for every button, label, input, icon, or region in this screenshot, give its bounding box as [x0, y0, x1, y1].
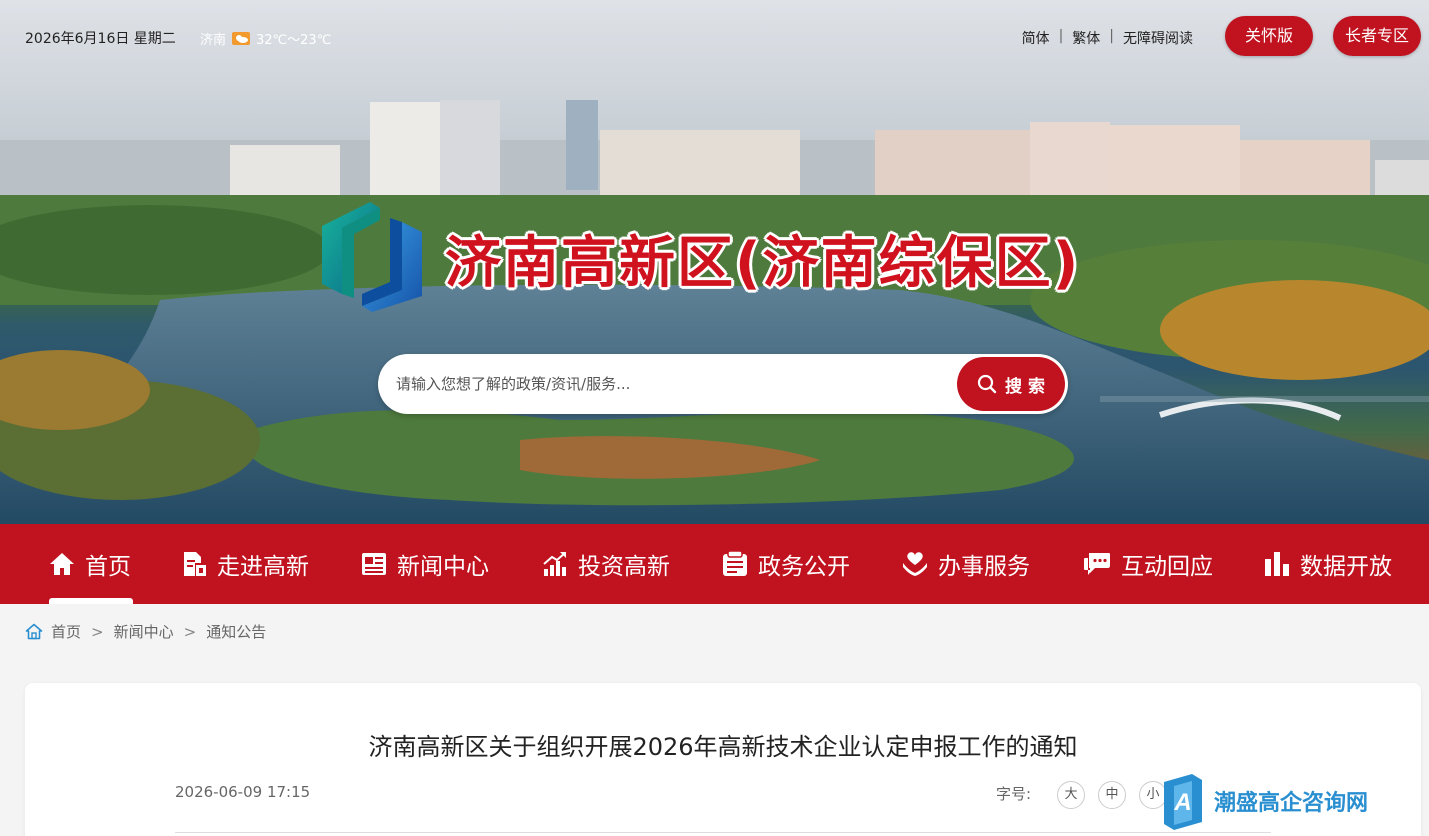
breadcrumb-separator: > [91, 622, 104, 641]
partly-cloudy-icon [232, 32, 251, 45]
nav-item-services[interactable]: 办事服务 [902, 524, 1030, 604]
watermark: A 潮盛高企咨询网 [1162, 772, 1368, 830]
main-nav: 首页 走进高新 新闻中心 投资高新 政务公开 办事服务 互动回应 数据开放 [0, 524, 1429, 604]
nav-item-label: 新闻中心 [397, 554, 489, 580]
nav-item-about[interactable]: 走进高新 [181, 524, 309, 604]
list-document-icon [723, 551, 747, 576]
elder-zone-button[interactable]: 长者专区 [1333, 16, 1421, 56]
language-switcher: 简体 | 繁体 | 无障碍阅读 [1013, 28, 1202, 48]
growth-chart-icon [543, 552, 566, 576]
breadcrumb: 首页 > 新闻中心 > 通知公告 [25, 621, 266, 642]
accessible-reading-link[interactable]: 无障碍阅读 [1114, 28, 1202, 48]
traditional-chinese-link[interactable]: 繁体 [1063, 28, 1109, 48]
article-publish-date: 2026-06-09 17:15 [175, 783, 311, 801]
site-title: 济南高新区(济南综保区) [445, 231, 1081, 296]
breadcrumb-separator: > [183, 622, 197, 641]
home-icon [25, 623, 43, 640]
nav-item-label: 数据开放 [1300, 554, 1392, 580]
nav-item-interaction[interactable]: 互动回应 [1083, 524, 1213, 604]
nav-item-home[interactable]: 首页 [49, 524, 131, 604]
search-bar: 搜 索 [378, 354, 1068, 414]
nav-item-news[interactable]: 新闻中心 [361, 524, 489, 604]
font-size-medium-button[interactable]: 中 [1098, 781, 1126, 809]
font-size-label: 字号: [996, 785, 1032, 803]
nav-item-label: 投资高新 [578, 554, 670, 580]
home-icon [50, 553, 74, 575]
heart-hands-icon [903, 552, 927, 576]
newspaper-icon [362, 553, 386, 575]
weather-temperature: 32℃～23℃ [256, 33, 332, 48]
nav-item-label: 办事服务 [938, 554, 1030, 580]
breadcrumb-home[interactable]: 首页 [51, 621, 81, 642]
simplified-chinese-link[interactable]: 简体 [1013, 28, 1059, 48]
top-utility-bar: 2026年6月16日 星期二 济南 32℃～23℃ 简体 | 繁体 | 无障碍阅… [0, 0, 1429, 72]
hero-banner: 2026年6月16日 星期二 济南 32℃～23℃ 简体 | 繁体 | 无障碍阅… [0, 0, 1429, 524]
search-button-label: 搜 索 [1005, 376, 1045, 397]
site-logo[interactable] [318, 198, 426, 316]
care-mode-button[interactable]: 关怀版 [1225, 16, 1313, 56]
breadcrumb-news-center[interactable]: 新闻中心 [114, 621, 174, 642]
current-date: 2026年6月16日 星期二 [25, 31, 176, 47]
nav-item-label: 首页 [85, 554, 131, 580]
watermark-text: 潮盛高企咨询网 [1214, 790, 1369, 816]
search-input[interactable] [396, 364, 956, 404]
weather-city: 济南 [200, 33, 227, 48]
search-icon [977, 374, 997, 394]
breadcrumb-notices[interactable]: 通知公告 [206, 621, 266, 642]
weather-widget: 济南 32℃～23℃ [200, 29, 331, 48]
nav-item-government[interactable]: 政务公开 [722, 524, 850, 604]
article-title: 济南高新区关于组织开展2026年高新技术企业认定申报工作的通知 [368, 733, 1078, 761]
article-divider [175, 832, 1271, 833]
nav-item-label: 政务公开 [758, 554, 850, 580]
bar-chart-icon [1265, 552, 1289, 576]
nav-active-indicator [49, 598, 133, 604]
search-button[interactable]: 搜 索 [957, 357, 1065, 411]
nav-item-label: 走进高新 [217, 554, 309, 580]
font-size-large-button[interactable]: 大 [1057, 781, 1085, 809]
watermark-logo-icon: A [1164, 774, 1202, 830]
chat-bubble-icon [1084, 553, 1110, 575]
document-building-icon [184, 552, 206, 576]
nav-item-invest[interactable]: 投资高新 [542, 524, 670, 604]
svg-text:A: A [1173, 789, 1191, 816]
nav-item-label: 互动回应 [1121, 554, 1213, 580]
nav-item-data[interactable]: 数据开放 [1264, 524, 1392, 604]
